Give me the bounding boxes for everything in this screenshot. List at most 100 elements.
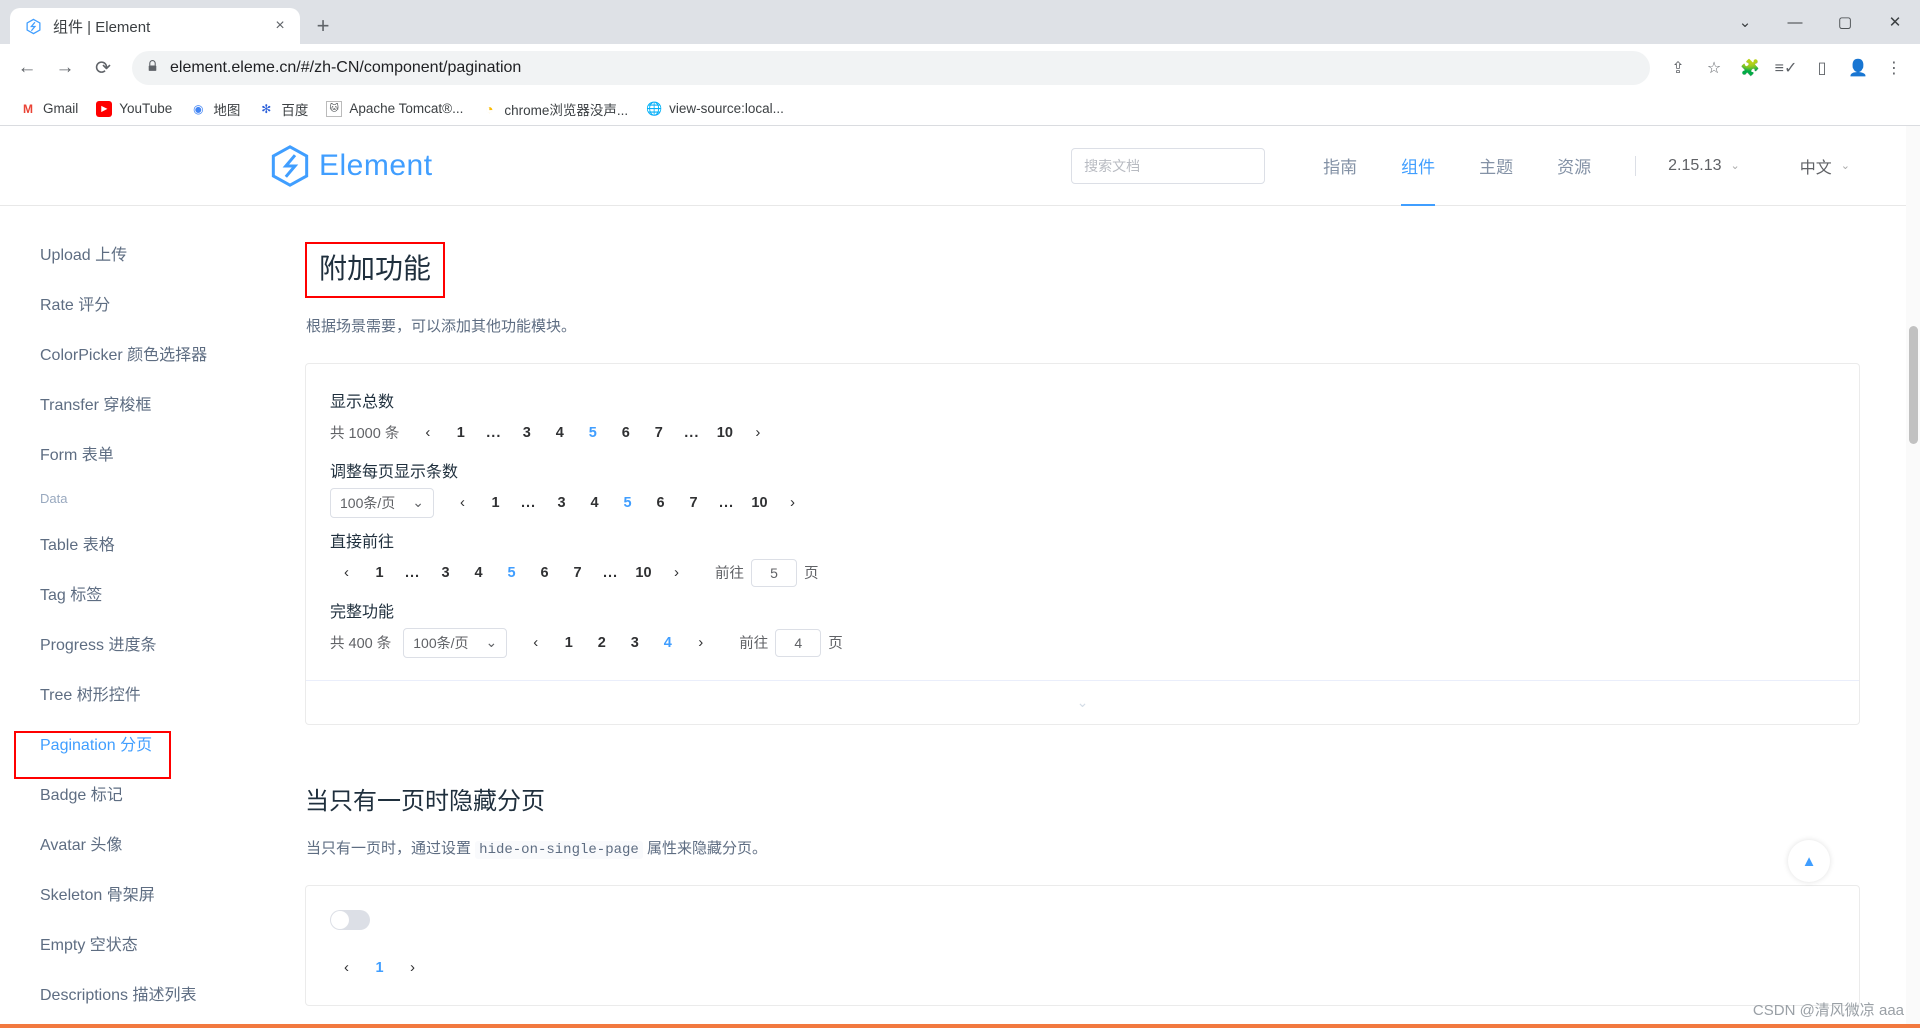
page-button-current[interactable]: 5 [495,558,528,588]
sidebar-item-tag[interactable]: Tag 标签 [20,568,270,618]
sidebar-item-form[interactable]: Form 表单 [20,428,270,478]
browser-menu-icon[interactable]: ⋮ [1878,52,1910,84]
page-size-select[interactable]: 100条/页 ⌄ [330,487,434,518]
page-button-current[interactable]: 5 [576,418,609,448]
page-button[interactable]: 3 [510,418,543,448]
jumper-input[interactable]: 4 [775,628,822,657]
profile-icon[interactable]: 👤 [1842,52,1874,84]
page-button-current[interactable]: 5 [611,488,644,518]
sidebar-item-badge[interactable]: Badge 标记 [20,768,270,818]
bookmark-item[interactable]: 🐱 Apache Tomcat®... [318,98,471,120]
site-logo[interactable]: Element [270,144,433,188]
page-button[interactable]: 4 [543,418,576,448]
window-close-button[interactable]: ✕ [1870,0,1920,44]
close-icon[interactable]: × [270,16,290,36]
language-selector[interactable]: 中文 ⌄ [1790,154,1860,178]
page-ellipsis-icon[interactable]: ... [675,418,708,448]
page-button[interactable]: 3 [618,628,651,658]
next-page-icon[interactable]: › [396,953,429,983]
bookmark-star-icon[interactable]: ☆ [1698,52,1730,84]
prev-page-icon[interactable]: ‹ [411,418,444,448]
page-button[interactable]: 10 [743,488,776,518]
nav-item-guide[interactable]: 指南 [1301,126,1379,206]
maximize-button[interactable]: ▢ [1820,0,1870,44]
page-button[interactable]: 6 [609,418,642,448]
prev-page-icon[interactable]: ‹ [330,953,363,983]
minimize-button[interactable]: — [1770,0,1820,44]
page-button[interactable]: 4 [578,488,611,518]
show-code-toggle[interactable]: ⌄ [306,679,1859,724]
prev-page-icon[interactable]: ‹ [446,488,479,518]
page-button[interactable]: 7 [677,488,710,518]
extensions-icon[interactable]: 🧩 [1734,52,1766,84]
sidebar-item-rate[interactable]: Rate 评分 [20,278,270,328]
nav-item-resource[interactable]: 资源 [1535,126,1613,206]
back-to-top-button[interactable]: ▲ [1788,840,1830,882]
page-button[interactable]: 6 [528,558,561,588]
page-button[interactable]: 4 [462,558,495,588]
bookmark-item[interactable]: ✻ 百度 [250,96,316,122]
sidebar-item-descriptions[interactable]: Descriptions 描述列表 [20,968,270,1018]
page-button[interactable]: 10 [708,418,741,448]
sidebar-item-tree[interactable]: Tree 树形控件 [20,668,270,718]
sidebar-item-table[interactable]: Table 表格 [20,518,270,568]
side-panel-icon[interactable]: ▯ [1806,52,1838,84]
search-input-wrapper[interactable] [1071,147,1266,184]
next-page-icon[interactable]: › [684,628,717,658]
page-button-current[interactable]: 4 [651,628,684,658]
page-button[interactable]: 1 [479,488,512,518]
page-button[interactable]: 6 [644,488,677,518]
page-ellipsis-icon[interactable]: ... [396,558,429,588]
page-ellipsis-icon[interactable]: ... [512,488,545,518]
sidebar-item-colorpicker[interactable]: ColorPicker 颜色选择器 [20,328,270,378]
page-size-select[interactable]: 100条/页 ⌄ [403,627,508,658]
sidebar-item-skeleton[interactable]: Skeleton 骨架屏 [20,868,270,918]
page-button[interactable]: 7 [561,558,594,588]
page-button[interactable]: 3 [429,558,462,588]
page-button[interactable]: 1 [363,558,396,588]
sidebar-item-empty[interactable]: Empty 空状态 [20,918,270,968]
nav-item-component[interactable]: 组件 [1379,126,1457,206]
next-page-icon[interactable]: › [741,418,774,448]
search-input[interactable] [1084,157,1253,174]
page-button-current[interactable]: 1 [363,953,396,983]
back-icon[interactable]: ← [10,51,44,85]
page-ellipsis-icon[interactable]: ... [594,558,627,588]
prev-page-icon[interactable]: ‹ [330,558,363,588]
page-scrollbar[interactable] [1906,126,1920,1028]
page-ellipsis-icon[interactable]: ... [710,488,743,518]
bookmark-item[interactable]: 🌐 view-source:local... [638,98,792,120]
reading-list-icon[interactable]: ≡✓ [1770,52,1802,84]
sidebar-item-progress[interactable]: Progress 进度条 [20,618,270,668]
prev-page-icon[interactable]: ‹ [519,628,552,658]
page-button[interactable]: 3 [545,488,578,518]
nav-item-theme[interactable]: 主题 [1457,126,1535,206]
page-button[interactable]: 1 [552,628,585,658]
bookmark-item[interactable]: ◉ 地图 [182,96,248,122]
sidebar-item-pagination[interactable]: Pagination 分页 [20,718,270,768]
sidebar-item-upload[interactable]: Upload 上传 [20,228,270,278]
forward-icon[interactable]: → [48,51,82,85]
sidebar-item-avatar[interactable]: Avatar 头像 [20,818,270,868]
bookmark-item[interactable]: ◔ chrome浏览器没声... [473,96,636,122]
page-button[interactable]: 7 [642,418,675,448]
browser-tab[interactable]: 组件 | Element × [10,8,300,44]
sidebar-item-transfer[interactable]: Transfer 穿梭框 [20,378,270,428]
jumper-input[interactable]: 5 [751,558,797,587]
bookmark-item[interactable]: M Gmail [12,98,86,120]
next-page-icon[interactable]: › [776,488,809,518]
bookmark-item[interactable]: ▶ YouTube [88,98,180,120]
page-ellipsis-icon[interactable]: ... [477,418,510,448]
version-selector[interactable]: 2.15.13 ⌄ [1658,157,1750,175]
hide-on-single-page-switch[interactable] [330,909,370,930]
scrollbar-thumb[interactable] [1909,326,1918,444]
share-icon[interactable]: ⇪ [1662,52,1694,84]
page-button[interactable]: 10 [627,558,660,588]
new-tab-button[interactable]: + [306,9,340,43]
next-page-icon[interactable]: › [660,558,693,588]
reload-icon[interactable]: ⟳ [86,51,120,85]
tab-search-icon[interactable]: ⌄ [1720,0,1770,44]
page-button[interactable]: 2 [585,628,618,658]
address-bar[interactable]: element.eleme.cn/#/zh-CN/component/pagin… [132,51,1650,85]
page-button[interactable]: 1 [444,418,477,448]
